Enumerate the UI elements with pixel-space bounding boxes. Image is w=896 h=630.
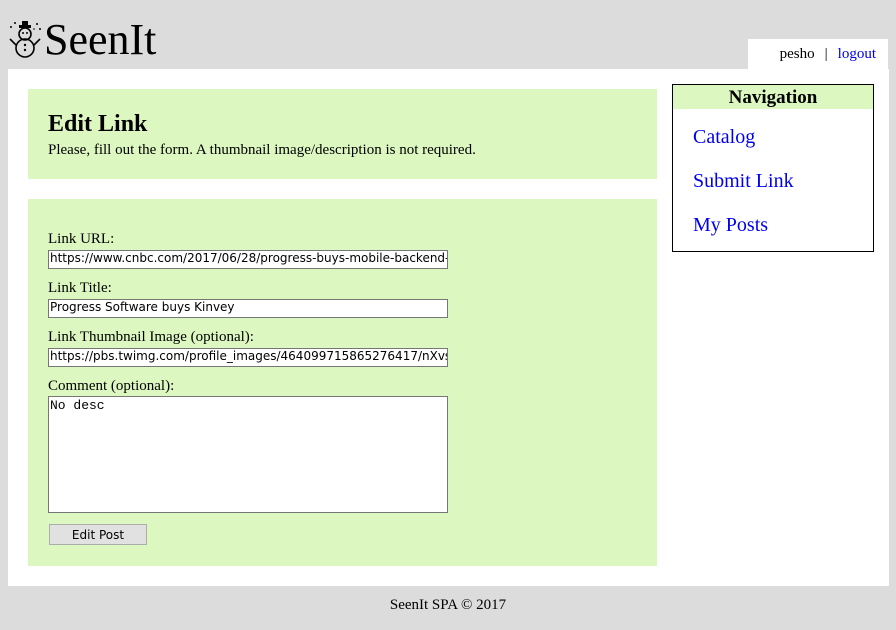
edit-link-header: Edit Link Please, fill out the form. A t…	[28, 89, 657, 179]
nav-item-submit-link[interactable]: Submit Link	[693, 170, 794, 193]
edit-post-button[interactable]: Edit Post	[49, 524, 147, 545]
user-bar: pesho | logout	[748, 39, 888, 69]
separator: |	[824, 45, 828, 62]
link-url-input[interactable]: https://www.cnbc.com/2017/06/28/progress…	[48, 250, 448, 269]
navigation-title: Navigation	[673, 85, 873, 109]
link-title-label: Link Title:	[48, 280, 112, 296]
link-url-label: Link URL:	[48, 231, 115, 247]
link-image-label: Link Thumbnail Image (optional):	[48, 329, 254, 345]
link-image-input[interactable]: https://pbs.twimg.com/profile_images/464…	[48, 348, 448, 367]
logout-link[interactable]: logout	[838, 46, 876, 63]
logo-text: SeenIt	[44, 15, 157, 64]
nav-item-catalog[interactable]: Catalog	[693, 126, 755, 149]
link-title-input[interactable]: Progress Software buys Kinvey	[48, 299, 448, 318]
snowman-icon	[9, 21, 41, 58]
username: pesho	[779, 45, 815, 62]
site-logo[interactable]: SeenIt	[8, 14, 156, 66]
main-content: Edit Link Please, fill out the form. A t…	[8, 69, 889, 586]
nav-item-my-posts[interactable]: My Posts	[693, 214, 768, 237]
footer-text: SeenIt SPA © 2017	[389, 597, 507, 613]
navigation-panel: Navigation Catalog Submit Link My Posts	[672, 84, 874, 252]
comment-label: Comment (optional):	[48, 378, 175, 394]
edit-link-form: Link URL: https://www.cnbc.com/2017/06/2…	[28, 199, 657, 566]
page-subtitle: Please, fill out the form. A thumbnail i…	[48, 142, 476, 158]
page-title: Edit Link	[48, 111, 148, 137]
comment-textarea[interactable]: No desc	[48, 396, 448, 513]
